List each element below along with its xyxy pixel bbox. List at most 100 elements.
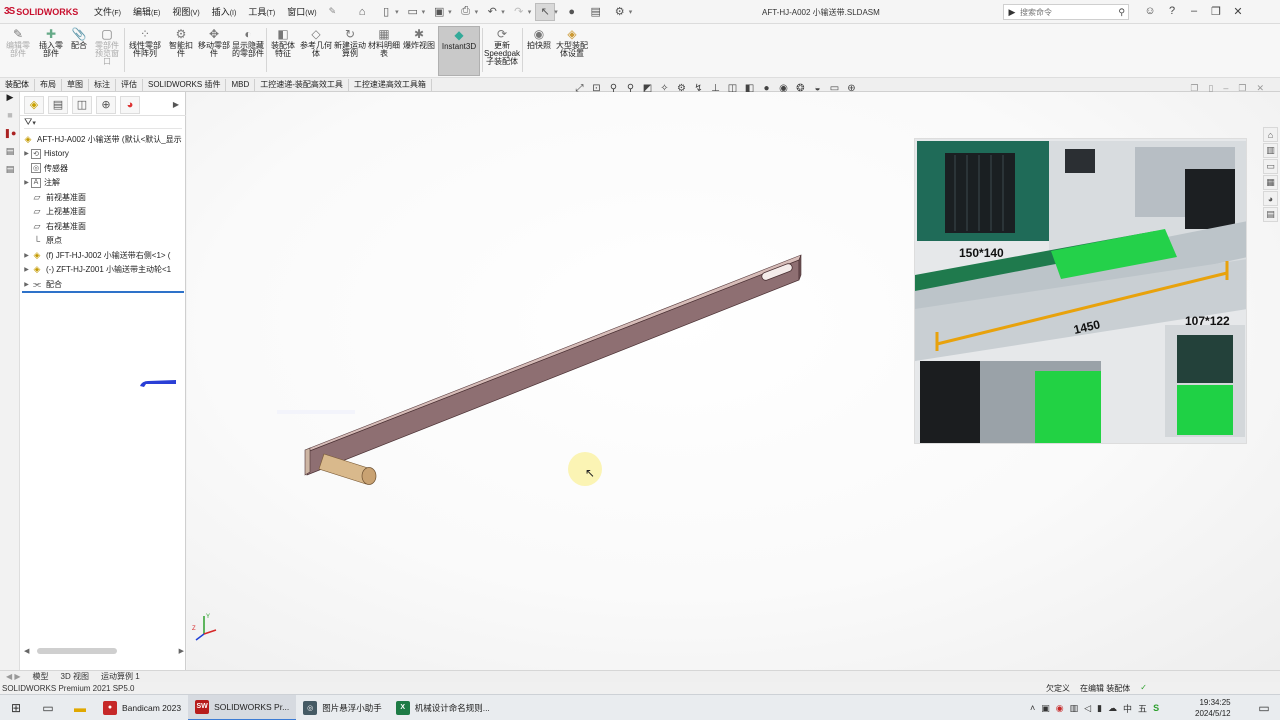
minimize-icon[interactable]: –	[1186, 3, 1202, 19]
feature-tree-tab-icon[interactable]: ◈	[24, 95, 44, 114]
file-explorer-taskbar-icon[interactable]: ▬	[64, 695, 96, 720]
tree-item-annotations[interactable]: ▶ A 注解	[22, 176, 186, 191]
tree-filter[interactable]: ⛛▾	[24, 117, 182, 129]
options-gear-icon[interactable]: ⚙	[610, 3, 630, 21]
appearances-icon[interactable]: ◕	[1263, 191, 1278, 206]
linear-pattern-button[interactable]: ⁘ 线性零部件阵列	[126, 26, 164, 58]
tree-item-subassembly-drive[interactable]: ▶ ◈ (-) ZFT-HJ-Z001 小输送带主动轮<1	[22, 263, 186, 278]
large-assembly-button[interactable]: ◈ 大型装配体设置	[556, 26, 588, 58]
tab-mbd[interactable]: MBD	[226, 78, 256, 91]
view-palette-icon[interactable]: ▦	[1263, 175, 1278, 190]
task-view-icon[interactable]: ▭	[32, 695, 64, 720]
print-dropdown-icon[interactable]: ▾	[475, 8, 479, 16]
open-dropdown-icon[interactable]: ▾	[422, 8, 426, 16]
tab-motion-study[interactable]: 运动算例 1	[95, 671, 146, 682]
rollback-bar[interactable]	[22, 291, 184, 293]
save-icon[interactable]: ▣	[429, 3, 449, 21]
taskbar-app-image-helper[interactable]: ◎ 图片悬浮小助手	[296, 695, 389, 720]
redo-icon[interactable]: ↷	[509, 3, 529, 21]
search-icon[interactable]: ⚲	[1118, 7, 1128, 18]
scroll-left-icon[interactable]: ◀	[24, 647, 29, 655]
tab-markup[interactable]: 标注	[89, 78, 116, 91]
tab-addins[interactable]: SOLIDWORKS 插件	[143, 78, 227, 91]
exploded-view-button[interactable]: ✱ 爆炸视图	[402, 26, 436, 50]
tab-model[interactable]: 模型	[27, 671, 55, 682]
rod-part[interactable]	[304, 254, 802, 485]
search-scope-icon[interactable]: ▶	[1004, 7, 1020, 18]
tab-gksd-assembly[interactable]: 工控速递-装配高效工具	[255, 78, 349, 91]
pin-menu-icon[interactable]: ✎	[323, 6, 343, 17]
new-document-icon[interactable]: ▯	[376, 3, 396, 21]
tree-item-sensors[interactable]: ◎ 传感器	[22, 161, 186, 176]
stop-icon[interactable]: ■	[0, 110, 20, 128]
select-dropdown-icon[interactable]: ▾	[554, 8, 558, 16]
tab-evaluate[interactable]: 评估	[116, 78, 143, 91]
menu-view[interactable]: 视图(V)	[166, 5, 205, 18]
save-dropdown-icon[interactable]: ▾	[448, 8, 452, 16]
sougou-icon[interactable]: S	[1153, 703, 1159, 713]
tray-app-icon[interactable]: ▣	[1041, 703, 1050, 714]
home-icon[interactable]: ⌂	[352, 3, 372, 21]
tab-assembly[interactable]: 装配体	[0, 78, 35, 91]
network-icon[interactable]: ▥	[1070, 703, 1079, 714]
taskbar-app-bandicam[interactable]: ● Bandicam 2023	[96, 695, 188, 720]
tree-item-top-plane[interactable]: ▱ 上视基准面	[22, 205, 186, 220]
maximize-icon[interactable]: ❐	[1208, 3, 1224, 19]
rebuild-icon[interactable]: ✓	[1140, 683, 1147, 694]
expand-panel-icon[interactable]: ▶	[0, 92, 20, 110]
mic-icon[interactable]: ▮	[1097, 703, 1102, 714]
tab-layout[interactable]: 布局	[35, 78, 62, 91]
tree-root[interactable]: ◈ AFT-HJ-A002 小输送带 (默认<默认_显示	[22, 132, 186, 147]
edit-component-button[interactable]: ✎ 编辑零部件	[4, 26, 32, 58]
graphics-area[interactable]: 150*140 1450 107*122 ⌂ ▥ ▭ ▦ ◕ ▤ Y Z ↖	[187, 92, 1280, 670]
move-component-button[interactable]: ✥ 移动零部件	[198, 26, 230, 58]
pause-record-icon[interactable]: ❚●	[0, 128, 20, 146]
tab-sketch[interactable]: 草图	[62, 78, 89, 91]
dimxpert-tab-icon[interactable]: ⊕	[96, 95, 116, 114]
search-command-box[interactable]: ▶ 搜索命令 ⚲	[1003, 4, 1129, 20]
tray-record-icon[interactable]: ◉	[1056, 703, 1064, 714]
notification-icon[interactable]: ▭	[1248, 695, 1280, 720]
instant3d-button[interactable]: ◆ Instant3D	[438, 26, 480, 76]
volume-icon[interactable]: ◁	[1084, 703, 1091, 714]
macro-icon[interactable]: ▤	[0, 146, 20, 164]
property-manager-tab-icon[interactable]: ▤	[48, 95, 68, 114]
smart-fasteners-button[interactable]: ⚙ 智能扣件	[166, 26, 196, 58]
taskbar-app-excel[interactable]: X 机械设计命名规则...	[389, 695, 497, 720]
menu-tools[interactable]: 工具(T)	[242, 5, 281, 18]
ime-lang[interactable]: 中	[1123, 702, 1132, 715]
tree-item-history[interactable]: ▶ ⟲ History	[22, 147, 186, 162]
tree-item-mates[interactable]: ▶ ⫘ 配合	[22, 277, 186, 292]
tree-horizontal-scrollbar[interactable]: ◀ ▶	[24, 646, 184, 656]
component-preview-button[interactable]: ▢ 零部件预览窗口	[92, 26, 122, 66]
display-manager-tab-icon[interactable]: ◕	[120, 95, 140, 114]
traffic-light-icon[interactable]: ●	[562, 3, 582, 21]
tree-item-right-plane[interactable]: ▱ 右视基准面	[22, 219, 186, 234]
configuration-tab-icon[interactable]: ◫	[72, 95, 92, 114]
snapshot-button[interactable]: ◉ 拍快照	[524, 26, 554, 50]
select-pointer-icon[interactable]: ↖	[535, 2, 556, 21]
custom-properties-icon[interactable]: ▤	[1263, 207, 1278, 222]
reference-photo[interactable]: 150*140 1450 107*122	[914, 138, 1247, 444]
undo-icon[interactable]: ↶	[482, 3, 502, 21]
more-tabs-icon[interactable]: ▶	[166, 96, 186, 114]
start-icon[interactable]: ⊞	[0, 695, 32, 720]
tab-gksd-toolbox[interactable]: 工控速递高效工具箱	[349, 78, 432, 91]
tray-arrow-icon[interactable]: ˄	[1030, 703, 1035, 713]
scroll-right-icon[interactable]: ▶	[179, 647, 184, 655]
taskbar-app-solidworks[interactable]: SW SOLIDWORKS Pr...	[188, 694, 297, 720]
show-hidden-button[interactable]: ◐ 显示隐藏的零部件	[232, 26, 264, 58]
tree-item-front-plane[interactable]: ▱ 前视基准面	[22, 190, 186, 205]
tree-item-subassembly-right[interactable]: ▶ ◈ (f) JFT-HJ-J002 小输送带右侧<1> (	[22, 248, 186, 263]
macro-edit-icon[interactable]: ▤	[0, 164, 20, 182]
open-icon[interactable]: ▭	[403, 3, 423, 21]
print-icon[interactable]: ⎙	[456, 3, 476, 21]
tabs-nav-icon[interactable]: ◀ ▶	[0, 672, 27, 681]
close-icon[interactable]: ✕	[1230, 3, 1246, 19]
menu-window[interactable]: 窗口(W)	[281, 5, 322, 18]
file-explorer-icon[interactable]: ▭	[1263, 159, 1278, 174]
help-icon[interactable]: ?	[1164, 3, 1180, 19]
new-dropdown-icon[interactable]: ▾	[395, 8, 399, 16]
reference-geometry-button[interactable]: ◇ 参考几何体	[300, 26, 332, 58]
tree-item-origin[interactable]: └ 原点	[22, 234, 186, 249]
